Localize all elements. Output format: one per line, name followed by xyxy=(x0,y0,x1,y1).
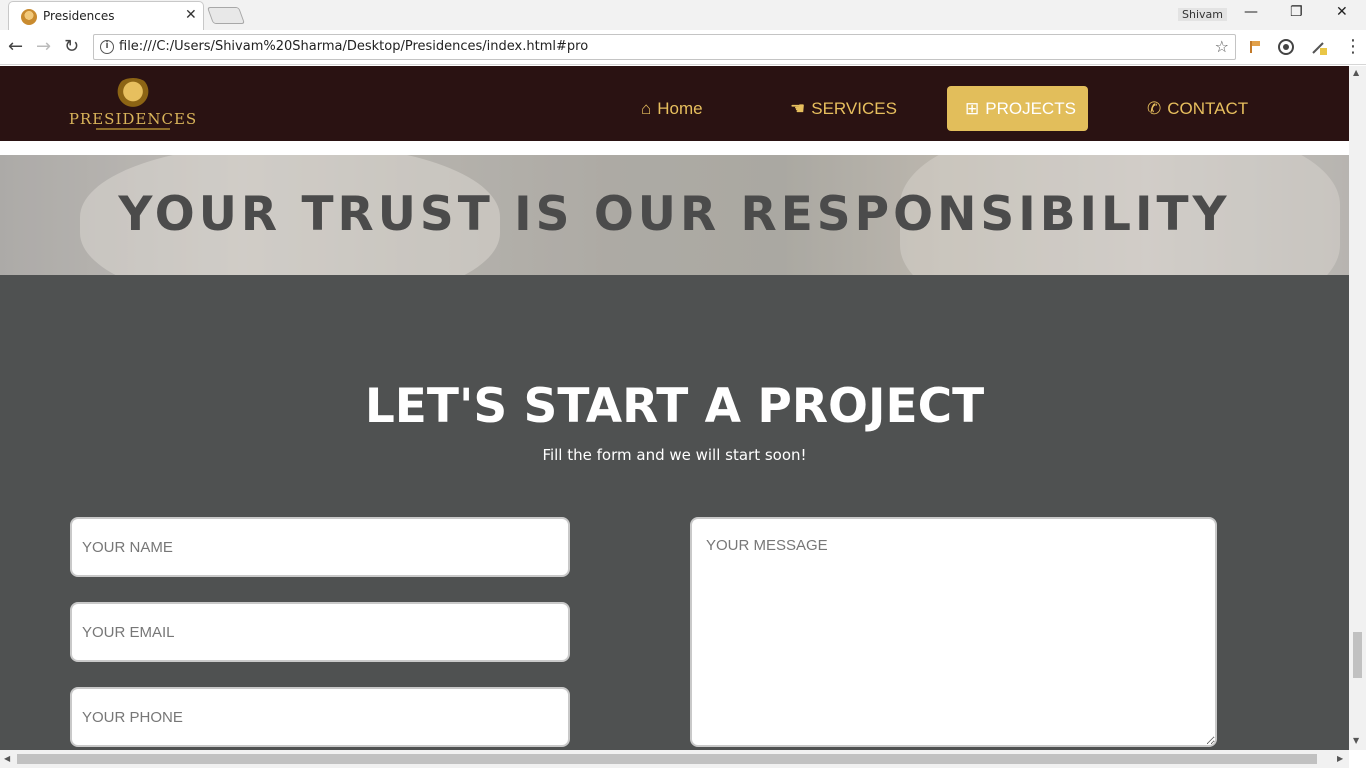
phone-icon: ✆ xyxy=(1147,99,1162,118)
extension-flag-icon[interactable] xyxy=(1246,38,1264,56)
browser-toolbar: ← → ↻ i file:///C:/Users/Shivam%20Sharma… xyxy=(0,30,1366,65)
extension-eyedropper-icon[interactable] xyxy=(1310,38,1328,56)
nav-projects-label: PROJECTS xyxy=(985,98,1076,118)
name-input[interactable] xyxy=(70,517,570,577)
vertical-scroll-thumb[interactable] xyxy=(1353,632,1362,678)
contact-section: LET'S START A PROJECT Fill the form and … xyxy=(0,275,1349,750)
vertical-scrollbar[interactable]: ▲ ▼ xyxy=(1349,66,1366,750)
browser-tab[interactable]: Presidences ✕ xyxy=(8,1,204,30)
lion-crest-icon xyxy=(114,78,152,108)
browser-menu-icon[interactable]: ⋮ xyxy=(1344,36,1362,58)
site-navbar: PRESIDENCES ⌂ Home ☚ SERVICES ⊞ PROJECTS… xyxy=(0,66,1349,141)
nav-contact[interactable]: ✆ CONTACT xyxy=(1147,86,1248,131)
handshake-icon: ☚ xyxy=(790,99,806,118)
tab-title: Presidences xyxy=(43,9,115,23)
nav-home-label: Home xyxy=(657,98,703,118)
nav-contact-label: CONTACT xyxy=(1167,98,1249,118)
scroll-down-icon[interactable]: ▼ xyxy=(1353,736,1359,745)
close-tab-icon[interactable]: ✕ xyxy=(185,7,197,23)
scroll-left-icon[interactable]: ◀ xyxy=(4,754,10,763)
new-tab-button[interactable] xyxy=(206,7,246,24)
horizontal-scrollbar[interactable]: ◀ ▶ xyxy=(0,750,1349,768)
extension-record-icon[interactable] xyxy=(1277,38,1295,56)
profile-name[interactable]: Shivam xyxy=(1178,8,1227,21)
scroll-up-icon[interactable]: ▲ xyxy=(1353,68,1359,77)
info-icon[interactable]: i xyxy=(100,40,114,54)
message-textarea[interactable] xyxy=(690,517,1217,747)
contact-subtitle: Fill the form and we will start soon! xyxy=(542,446,807,464)
browser-tab-bar: Presidences ✕ Shivam — ❐ ✕ xyxy=(0,0,1366,30)
url-text[interactable]: file:///C:/Users/Shivam%20Sharma/Desktop… xyxy=(119,39,588,54)
address-bar[interactable]: i file:///C:/Users/Shivam%20Sharma/Deskt… xyxy=(93,34,1236,60)
window-close-icon[interactable]: ✕ xyxy=(1336,4,1348,20)
white-spacer xyxy=(0,141,1349,155)
nav-home[interactable]: ⌂ Home xyxy=(641,86,703,131)
sitemap-icon: ⊞ xyxy=(965,99,980,118)
bookmark-star-icon[interactable]: ☆ xyxy=(1215,37,1229,56)
nav-services[interactable]: ☚ SERVICES xyxy=(790,86,897,131)
hero-title: YOUR TRUST IS OUR RESPONSIBILITY xyxy=(118,187,1231,242)
horizontal-scroll-thumb[interactable] xyxy=(17,754,1317,764)
nav-projects[interactable]: ⊞ PROJECTS xyxy=(947,86,1088,131)
nav-services-label: SERVICES xyxy=(811,98,897,118)
back-icon[interactable]: ← xyxy=(8,36,23,58)
home-icon: ⌂ xyxy=(641,99,652,118)
email-input[interactable] xyxy=(70,602,570,662)
contact-title: LET'S START A PROJECT xyxy=(364,379,985,434)
logo-text: PRESIDENCES xyxy=(68,110,198,128)
logo-underline xyxy=(96,128,170,130)
forward-icon[interactable]: → xyxy=(36,36,51,58)
site-favicon-icon xyxy=(21,9,37,25)
page-viewport: PRESIDENCES ⌂ Home ☚ SERVICES ⊞ PROJECTS… xyxy=(0,66,1349,750)
phone-input[interactable] xyxy=(70,687,570,747)
presidences-logo[interactable]: PRESIDENCES xyxy=(66,76,200,132)
minimize-icon[interactable]: — xyxy=(1244,4,1258,20)
scroll-right-icon[interactable]: ▶ xyxy=(1337,754,1343,763)
hero-banner: YOUR TRUST IS OUR RESPONSIBILITY xyxy=(0,155,1349,275)
maximize-icon[interactable]: ❐ xyxy=(1290,4,1303,20)
reload-icon[interactable]: ↻ xyxy=(64,36,79,58)
